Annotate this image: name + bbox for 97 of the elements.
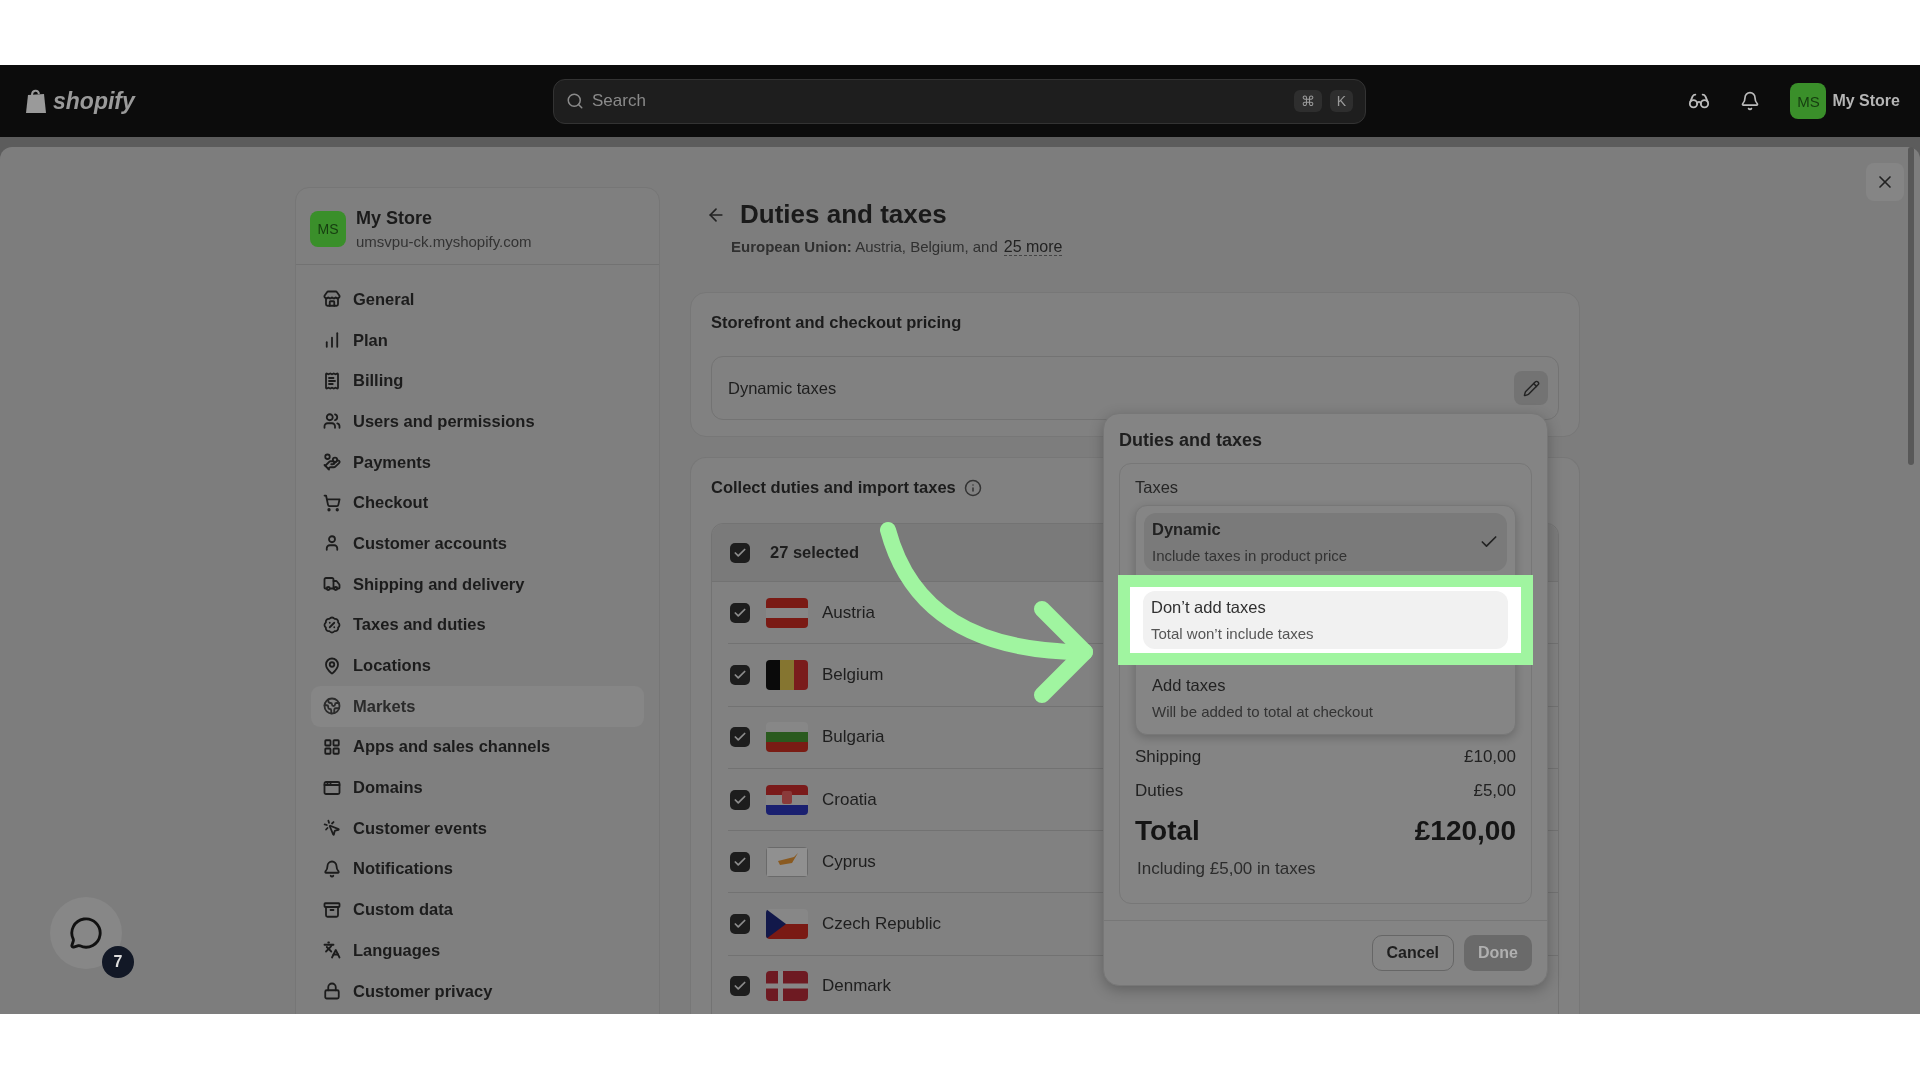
- country-name: Belgium: [822, 664, 884, 685]
- bell-icon: [323, 859, 341, 878]
- notifications-icon[interactable]: [1740, 91, 1761, 111]
- archive-icon: [323, 900, 341, 919]
- pointer-click-icon: [323, 819, 341, 838]
- receipt-icon: [323, 371, 341, 390]
- checkbox[interactable]: [730, 789, 750, 810]
- total-label: Total: [1135, 815, 1200, 847]
- hand-coins-icon: [323, 453, 341, 472]
- sidebar-item[interactable]: Languages: [311, 930, 644, 971]
- total-value: £120,00: [1414, 815, 1516, 847]
- edit-button[interactable]: [1514, 371, 1548, 405]
- truck-icon: [323, 575, 341, 594]
- store-name: My Store: [356, 208, 434, 229]
- store-avatar: MS: [310, 211, 346, 247]
- sidebar-item[interactable]: Taxes and duties: [311, 604, 644, 646]
- checkbox[interactable]: [730, 664, 750, 685]
- summary-value: £10,00: [1464, 747, 1516, 767]
- country-name: Austria: [822, 602, 875, 623]
- checkbox[interactable]: [730, 602, 750, 623]
- map-pin-icon: [323, 656, 341, 675]
- country-name: Czech Republic: [822, 914, 942, 935]
- flag-icon: [766, 784, 808, 815]
- shortcut-key: ⌘: [1293, 90, 1322, 112]
- notification-badge: 7: [102, 946, 134, 978]
- sidebar-item[interactable]: Customer privacy: [311, 970, 644, 1012]
- card-title: Collect duties and import taxes: [711, 478, 956, 497]
- percent-icon: [323, 615, 341, 634]
- shortcut-key: K: [1329, 90, 1353, 112]
- country-name: Croatia: [822, 789, 877, 810]
- apps-icon: [323, 737, 341, 756]
- window-icon: [323, 778, 341, 797]
- close-button[interactable]: [1866, 163, 1904, 201]
- checkbox[interactable]: [730, 851, 750, 872]
- person-icon: [323, 534, 341, 553]
- sidebar-item[interactable]: Checkout: [311, 482, 644, 524]
- sidebar-item[interactable]: Markets: [311, 685, 644, 727]
- checkbox[interactable]: [730, 727, 750, 748]
- field-label: Taxes: [1135, 478, 1180, 497]
- sidebar-item[interactable]: Customer accounts: [311, 523, 644, 564]
- summary-label: Shipping: [1135, 747, 1202, 767]
- account-name[interactable]: My Store: [1832, 92, 1900, 110]
- country-name: Denmark: [822, 976, 891, 997]
- tax-note: Including £5,00 in taxes: [1137, 859, 1317, 879]
- cart-icon: [323, 493, 341, 512]
- more-link[interactable]: 25 more: [1003, 238, 1063, 256]
- flag-icon: [766, 659, 808, 690]
- cancel-button[interactable]: Cancel: [1371, 935, 1454, 971]
- users-icon: [323, 412, 341, 431]
- pencil-icon: [1522, 379, 1540, 397]
- bag-icon: [25, 88, 47, 114]
- sidebar-item[interactable]: Customer events: [311, 807, 644, 849]
- sidebar-item[interactable]: Domains: [311, 767, 644, 808]
- sidebar-item[interactable]: Apps and sales channels: [311, 726, 644, 768]
- search-icon: [566, 92, 584, 110]
- scrollbar[interactable]: [1908, 147, 1914, 465]
- sidebar-item[interactable]: Payments: [311, 441, 644, 483]
- dropdown-option[interactable]: Don’t add taxes Total won’t include taxes: [1143, 591, 1508, 649]
- store-icon: [323, 290, 341, 309]
- chart-icon: [323, 331, 341, 350]
- chat-icon: [69, 916, 103, 950]
- page-title: Duties and taxes: [740, 199, 947, 230]
- sidebar-item[interactable]: Billing: [311, 360, 644, 402]
- shopify-logo[interactable]: shopify: [25, 87, 553, 115]
- dropdown-option[interactable]: Dynamic Include taxes in product price: [1144, 513, 1507, 571]
- flag-icon: [766, 909, 808, 940]
- checkbox[interactable]: [730, 914, 750, 935]
- sidebar-item[interactable]: Shipping and delivery: [311, 563, 644, 605]
- sidebar-item[interactable]: Plan: [311, 319, 644, 361]
- globe-icon: [323, 697, 341, 716]
- lock-icon: [323, 982, 341, 1001]
- sidebar-item[interactable]: Notifications: [311, 848, 644, 890]
- checkbox[interactable]: [730, 542, 750, 563]
- checkbox[interactable]: [730, 976, 750, 997]
- info-icon[interactable]: [963, 478, 982, 497]
- dropdown-option[interactable]: Add taxes Will be added to total at checkout: [1144, 669, 1507, 727]
- sidebar-item[interactable]: Custom data: [311, 889, 644, 930]
- sidebar-item[interactable]: General: [311, 279, 644, 320]
- selected-count: 27 selected: [770, 543, 859, 562]
- country-name: Bulgaria: [822, 727, 885, 748]
- country-name: Cyprus: [822, 851, 876, 872]
- summary-value: £5,00: [1473, 781, 1516, 801]
- store-domain: umsvpu-ck.myshopify.com: [356, 233, 532, 250]
- sidebar-item[interactable]: Locations: [311, 645, 644, 686]
- account-avatar[interactable]: MS: [1790, 83, 1827, 119]
- flag-icon: [766, 846, 808, 877]
- search-field[interactable]: Search ⌘ K: [553, 78, 1366, 124]
- sidebar-item[interactable]: Users and permissions: [311, 401, 644, 442]
- flag-icon: [766, 971, 808, 1002]
- flag-icon: [766, 597, 808, 628]
- pricing-value: Dynamic taxes: [728, 378, 837, 398]
- languages-icon: [323, 941, 341, 960]
- popover-title: Duties and taxes: [1118, 429, 1264, 452]
- page-subtitle: European Union: Austria, Belgium, and 25 more: [731, 238, 1064, 256]
- flag-icon: [766, 722, 808, 753]
- card-title: Storefront and checkout pricing: [711, 313, 963, 332]
- summary-label: Duties: [1135, 781, 1184, 801]
